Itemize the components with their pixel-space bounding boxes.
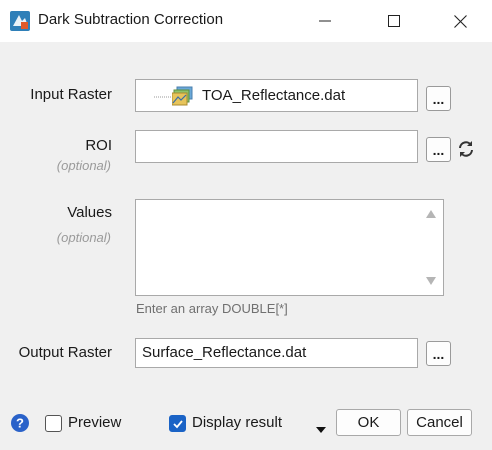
roi-field[interactable] [135,130,418,163]
roi-optional-label: (optional) [56,158,111,173]
preview-label[interactable]: Preview [68,414,121,431]
scroll-up-arrow-icon[interactable] [426,210,436,218]
output-raster-label: Output Raster [18,344,112,361]
cancel-button[interactable]: Cancel [407,409,472,436]
title-bar: Dark Subtraction Correction [0,0,492,42]
app-icon [10,11,30,31]
values-textarea[interactable] [135,199,444,296]
raster-file-icon [172,86,193,106]
tree-dots-icon [154,96,172,98]
output-raster-browse-button[interactable]: ... [426,341,451,366]
output-raster-value: Surface_Reflectance.dat [142,344,307,361]
display-result-dropdown-icon[interactable] [316,420,326,437]
values-scrollbar[interactable] [418,200,443,295]
scroll-down-arrow-icon[interactable] [426,277,436,285]
roi-label: ROI [85,137,112,154]
values-optional-label: (optional) [56,230,111,245]
output-raster-field[interactable]: Surface_Reflectance.dat [135,338,418,368]
values-label: Values [67,204,112,221]
window-title: Dark Subtraction Correction [38,11,224,28]
roi-browse-button[interactable]: ... [426,137,451,162]
maximize-button[interactable] [371,0,417,42]
input-raster-browse-button[interactable]: ... [426,86,451,111]
values-hint: Enter an array DOUBLE[*] [136,301,288,316]
display-result-checkbox[interactable] [169,415,186,432]
help-icon[interactable]: ? [11,414,29,436]
refresh-icon[interactable] [456,139,476,163]
input-raster-field[interactable]: TOA_Reflectance.dat [135,79,418,112]
ok-button[interactable]: OK [336,409,401,436]
input-raster-label: Input Raster [30,86,112,103]
display-result-label[interactable]: Display result [192,414,282,431]
minimize-button[interactable] [302,0,348,42]
preview-checkbox[interactable] [45,415,62,432]
svg-text:?: ? [16,416,24,431]
close-button[interactable] [437,0,483,42]
checkmark-icon [173,420,183,429]
input-raster-value: TOA_Reflectance.dat [202,87,346,104]
